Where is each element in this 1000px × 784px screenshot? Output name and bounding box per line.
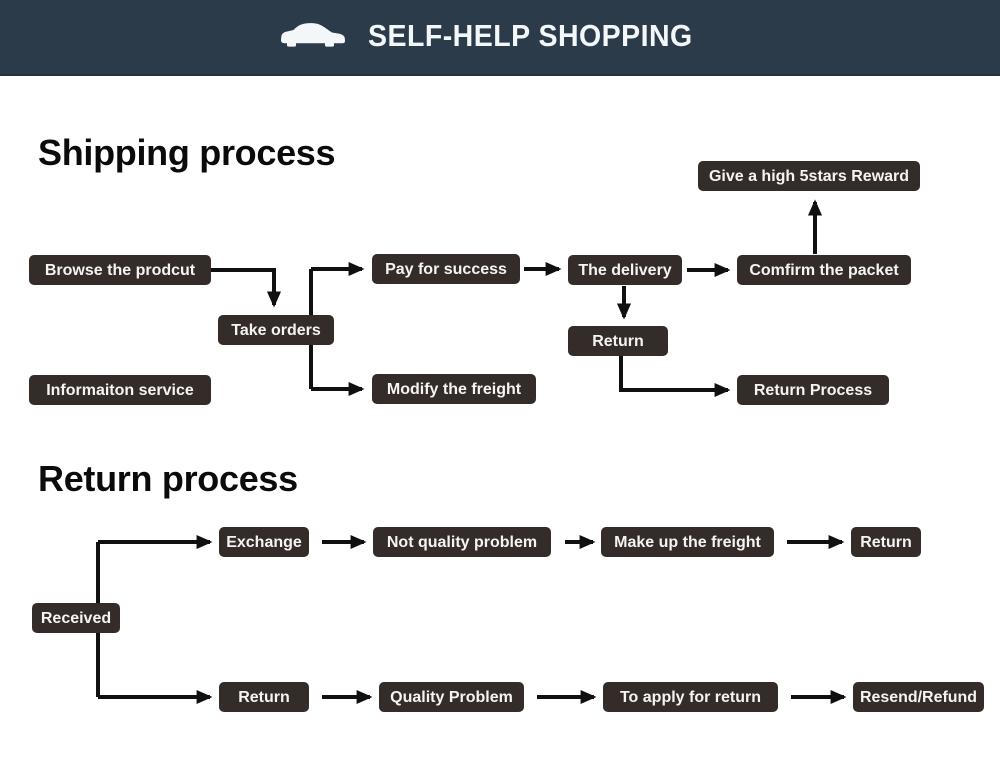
connector-browse-to-take bbox=[211, 268, 282, 308]
flow-node-modify[interactable]: Modify the freight bbox=[372, 374, 536, 404]
flow-node-box bbox=[372, 254, 520, 284]
flow-node-confirm[interactable]: Comfirm the packet bbox=[737, 255, 911, 285]
connector-return-to-returnprocess bbox=[619, 356, 731, 398]
flow-node-makeup[interactable]: Make up the freight bbox=[601, 527, 774, 557]
flow-node-box bbox=[372, 374, 536, 404]
flow-node-info[interactable]: Informaiton service bbox=[29, 375, 211, 405]
flow-node-label: To apply for return bbox=[620, 689, 761, 706]
flow-node-notqual[interactable]: Not quality problem bbox=[373, 527, 551, 557]
flow-node-browse[interactable]: Browse the prodcut bbox=[29, 255, 211, 285]
flow-node-label: Return Process bbox=[754, 382, 872, 399]
flowchart-canvas: Browse the prodcut Informaiton service Tak… bbox=[29, 161, 984, 712]
flow-node-label: Give a high 5stars Reward bbox=[709, 168, 909, 185]
flow-node-label: Exchange bbox=[226, 534, 302, 551]
flow-node-label: Browse the prodcut bbox=[45, 262, 196, 279]
flow-node-label: Take orders bbox=[231, 322, 321, 339]
flow-node-label: The delivery bbox=[578, 262, 671, 279]
flow-node-box bbox=[737, 255, 911, 285]
flow-node-box bbox=[219, 682, 309, 712]
flow-node-box bbox=[32, 603, 120, 633]
section-title-shipping: Shipping process bbox=[38, 132, 336, 173]
flow-node-box bbox=[737, 375, 889, 405]
flow-node-label: Pay for success bbox=[385, 261, 507, 278]
flow-node-return1[interactable]: Return bbox=[568, 326, 668, 356]
flow-node-label: Return bbox=[592, 333, 644, 350]
flow-node-reward[interactable]: Give a high 5stars Reward bbox=[698, 161, 920, 191]
flow-node-received[interactable]: Received bbox=[32, 603, 120, 633]
flow-node-pay[interactable]: Pay for success bbox=[372, 254, 520, 284]
flow-node-label: Comfirm the packet bbox=[749, 262, 899, 279]
flow-node-label: Informaiton service bbox=[46, 382, 194, 399]
flow-node-label: Make up the freight bbox=[614, 534, 761, 551]
flow-node-box bbox=[218, 315, 334, 345]
flow-node-label: Return bbox=[860, 534, 912, 551]
flow-node-box bbox=[29, 255, 211, 285]
flow-node-box bbox=[853, 682, 984, 712]
flow-node-label: Return bbox=[238, 689, 290, 706]
flow-node-resend[interactable]: Resend/Refund bbox=[853, 682, 984, 712]
flow-node-label: Not quality problem bbox=[387, 534, 537, 551]
flow-node-box bbox=[29, 375, 211, 405]
flow-node-take[interactable]: Take orders bbox=[218, 315, 334, 345]
flow-node-box bbox=[568, 326, 668, 356]
flow-node-delivery[interactable]: The delivery bbox=[568, 255, 682, 285]
flow-node-box bbox=[851, 527, 921, 557]
flow-node-box bbox=[603, 682, 778, 712]
flow-node-return2[interactable]: Return bbox=[851, 527, 921, 557]
flow-node-box bbox=[601, 527, 774, 557]
section-title-return: Return process bbox=[38, 458, 298, 499]
flow-node-qualprob[interactable]: Quality Problem bbox=[379, 682, 524, 712]
connectors-shipping bbox=[211, 199, 823, 398]
flow-node-box bbox=[698, 161, 920, 191]
flow-node-box bbox=[373, 527, 551, 557]
flow-node-exchange[interactable]: Exchange bbox=[219, 527, 309, 557]
flow-node-box bbox=[219, 527, 309, 557]
nodes-return: Received Exchange Not quality problem Make … bbox=[32, 527, 984, 712]
flow-node-label: Resend/Refund bbox=[860, 689, 977, 706]
flow-node-return3[interactable]: Return bbox=[219, 682, 309, 712]
flow-node-label: Modify the freight bbox=[387, 381, 522, 398]
header-title: SELF-HELP SHOPPING bbox=[367, 18, 693, 53]
header-content: SELF-HELP SHOPPING bbox=[280, 18, 721, 54]
car-icon bbox=[280, 23, 345, 47]
flow-node-label: Quality Problem bbox=[390, 689, 513, 706]
connectors-return bbox=[96, 534, 847, 705]
flow-node-applyret[interactable]: To apply for return bbox=[603, 682, 778, 712]
flow-node-label: Received bbox=[41, 610, 111, 627]
flow-node-box bbox=[568, 255, 682, 285]
nodes-shipping: Browse the prodcut Informaiton service Tak… bbox=[29, 161, 920, 405]
flow-node-box bbox=[379, 682, 524, 712]
flow-node-retproc[interactable]: Return Process bbox=[737, 375, 889, 405]
app-header: SELF-HELP SHOPPING bbox=[0, 0, 1000, 76]
